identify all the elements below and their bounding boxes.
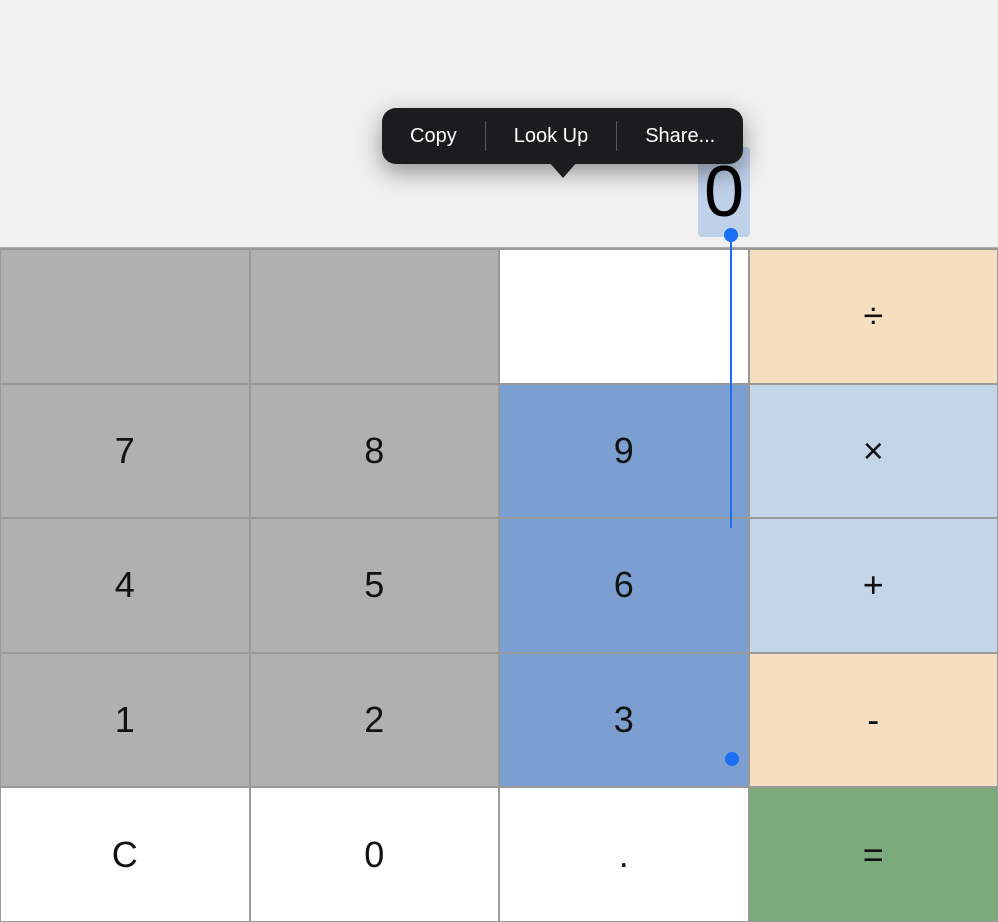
key-empty-3	[499, 249, 749, 384]
key-equals[interactable]: =	[749, 787, 998, 922]
key-5[interactable]: 5	[250, 518, 500, 653]
key-3[interactable]: 3	[499, 653, 749, 788]
selection-handle-top[interactable]	[724, 228, 738, 242]
key-4[interactable]: 4	[0, 518, 250, 653]
key-2[interactable]: 2	[250, 653, 500, 788]
key-6[interactable]: 6	[499, 518, 749, 653]
context-menu-copy[interactable]: Copy	[382, 108, 485, 164]
key-empty-1	[0, 249, 250, 384]
context-menu: Copy Look Up Share...	[382, 108, 743, 164]
key-7[interactable]: 7	[0, 384, 250, 519]
key-divide[interactable]: ÷	[749, 249, 998, 384]
key-minus[interactable]: -	[749, 653, 998, 788]
key-multiply[interactable]: ×	[749, 384, 998, 519]
keypad: ÷ 7 8 9 × 4 5 6 + 1 2 3 - C 0 . =	[0, 248, 998, 922]
key-decimal[interactable]: .	[499, 787, 749, 922]
key-8[interactable]: 8	[250, 384, 500, 519]
key-empty-2	[250, 249, 500, 384]
key-clear[interactable]: C	[0, 787, 250, 922]
context-menu-share[interactable]: Share...	[617, 108, 743, 164]
key-plus[interactable]: +	[749, 518, 998, 653]
selection-handle-bottom[interactable]	[725, 752, 739, 766]
key-9[interactable]: 9	[499, 384, 749, 519]
key-1[interactable]: 1	[0, 653, 250, 788]
selection-line	[730, 228, 732, 528]
key-zero[interactable]: 0	[250, 787, 500, 922]
context-menu-lookup[interactable]: Look Up	[486, 108, 617, 164]
